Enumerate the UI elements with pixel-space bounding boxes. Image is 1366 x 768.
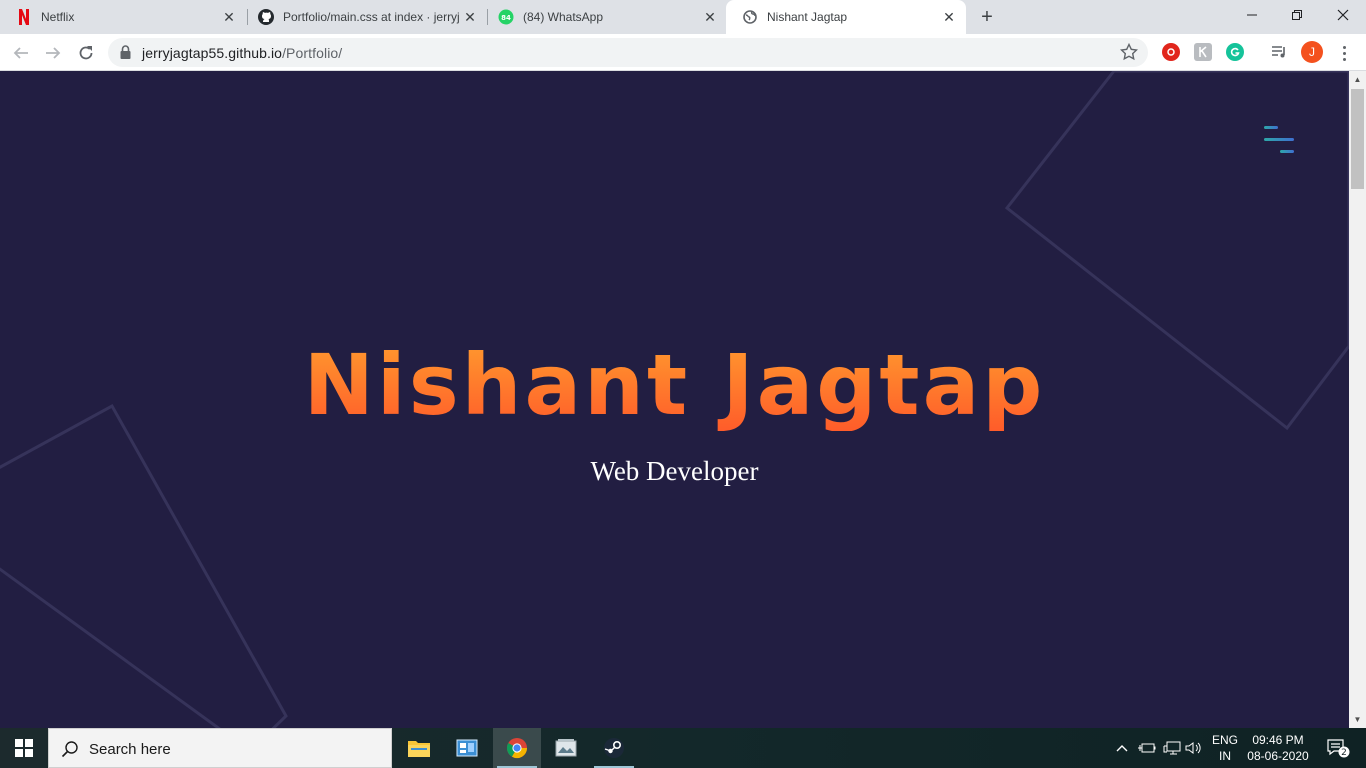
- browser-toolbar: jerryjagtap55.github.io/Portfolio/ J: [0, 34, 1366, 71]
- minimize-icon: [1247, 14, 1257, 16]
- region-code: IN: [1219, 749, 1231, 763]
- tab-title: (84) WhatsApp: [523, 10, 604, 24]
- clock-time: 09:46 PM: [1252, 733, 1304, 747]
- input-language-indicator[interactable]: ENG IN: [1206, 732, 1244, 764]
- bookmark-star-icon[interactable]: [1119, 42, 1139, 66]
- close-icon: [1337, 9, 1349, 21]
- start-button[interactable]: [0, 728, 48, 768]
- minimize-button[interactable]: [1229, 0, 1275, 30]
- tab-portfolio[interactable]: Nishant Jagtap ✕: [726, 0, 966, 34]
- grammarly-extension-icon[interactable]: [1226, 43, 1244, 61]
- file-explorer-button[interactable]: [395, 728, 443, 768]
- back-button[interactable]: [7, 39, 35, 67]
- clock[interactable]: 09:46 PM 08-06-2020: [1244, 732, 1312, 764]
- url-host: jerryjagtap55.github.io: [142, 45, 283, 61]
- netflix-icon: [16, 9, 32, 25]
- network-icon[interactable]: [1160, 728, 1184, 768]
- folder-icon: [408, 741, 430, 757]
- whatsapp-badge: 84: [501, 14, 511, 22]
- forward-arrow-icon: [46, 47, 61, 59]
- menu-line: [1264, 126, 1278, 129]
- restore-icon: [1292, 10, 1302, 20]
- page-viewport: Nishant Jagtap Web Developer: [0, 71, 1349, 728]
- tab-netflix[interactable]: Netflix ✕: [0, 0, 246, 34]
- close-tab-icon[interactable]: ✕: [220, 8, 238, 26]
- close-tab-icon[interactable]: ✕: [940, 8, 958, 26]
- tab-title: Netflix: [41, 10, 75, 24]
- menu-line: [1280, 150, 1294, 153]
- hero-name: Nishant Jagtap: [0, 339, 1349, 432]
- steam-icon: [604, 738, 624, 758]
- hero-role: Web Developer: [590, 456, 759, 486]
- language-code: ENG: [1211, 733, 1238, 747]
- scroll-down-arrow-icon[interactable]: ▼: [1349, 711, 1366, 728]
- vertical-scrollbar[interactable]: ▲ ▼: [1349, 71, 1366, 728]
- hamburger-menu-icon[interactable]: [1262, 124, 1296, 156]
- control-panel-icon: [456, 739, 478, 757]
- profile-avatar[interactable]: J: [1301, 41, 1323, 63]
- close-window-button[interactable]: [1320, 0, 1366, 30]
- reload-icon: [79, 46, 93, 60]
- globe-icon: [742, 9, 758, 25]
- github-icon: [258, 9, 274, 25]
- close-tab-icon[interactable]: ✕: [701, 8, 719, 26]
- tab-github[interactable]: Portfolio/main.css at index · jerryj ✕: [242, 0, 487, 34]
- windows-taskbar: Search here ENG IN 09:46 PM 08-06-2020 2: [0, 728, 1366, 768]
- steam-button[interactable]: [590, 728, 638, 768]
- lock-icon: [120, 45, 131, 64]
- close-tab-icon[interactable]: ✕: [461, 8, 479, 26]
- adblock-extension-icon[interactable]: [1162, 43, 1180, 61]
- scroll-up-arrow-icon[interactable]: ▲: [1349, 71, 1366, 88]
- extension-puzzle-icon[interactable]: [1194, 43, 1212, 61]
- menu-line: [1264, 138, 1294, 141]
- forward-button[interactable]: [39, 39, 67, 67]
- tab-strip: Netflix ✕ Portfolio/main.css at index · …: [0, 0, 1366, 34]
- background-square-bottom-left: [0, 403, 288, 728]
- scroll-thumb[interactable]: [1351, 89, 1364, 189]
- show-hidden-icons-chevron-up-icon[interactable]: [1113, 728, 1131, 768]
- back-arrow-icon: [13, 47, 28, 59]
- new-tab-button[interactable]: +: [976, 6, 998, 28]
- control-panel-button[interactable]: [443, 728, 491, 768]
- volume-icon[interactable]: [1184, 728, 1204, 768]
- browser-menu-icon[interactable]: [1334, 42, 1354, 64]
- photos-app-button[interactable]: [542, 728, 590, 768]
- address-bar[interactable]: jerryjagtap55.github.io/Portfolio/: [108, 38, 1148, 67]
- taskbar-search-box[interactable]: Search here: [48, 728, 392, 768]
- search-placeholder: Search here: [89, 741, 171, 758]
- restore-button[interactable]: [1274, 0, 1320, 30]
- whatsapp-icon: 84: [498, 9, 514, 25]
- clock-date: 08-06-2020: [1247, 749, 1309, 763]
- reload-button[interactable]: [72, 39, 100, 67]
- search-icon: [61, 740, 79, 763]
- tab-title: Portfolio/main.css at index · jerryj: [283, 10, 460, 24]
- chrome-icon: [506, 738, 528, 759]
- tab-whatsapp[interactable]: 84 (84) WhatsApp ✕: [482, 0, 727, 34]
- windows-logo-icon: [15, 739, 33, 757]
- image-viewer-icon: [555, 739, 577, 757]
- chrome-button[interactable]: [493, 728, 541, 768]
- media-queue-icon[interactable]: [1270, 43, 1288, 61]
- notification-icon: 2: [1327, 739, 1350, 758]
- battery-icon[interactable]: [1136, 728, 1158, 768]
- url-path: /Portfolio/: [282, 45, 343, 61]
- tab-title: Nishant Jagtap: [767, 10, 848, 24]
- action-center-button[interactable]: 2: [1318, 728, 1358, 768]
- notification-count: 2: [1341, 748, 1347, 758]
- url-text: jerryjagtap55.github.io/Portfolio/: [142, 45, 342, 61]
